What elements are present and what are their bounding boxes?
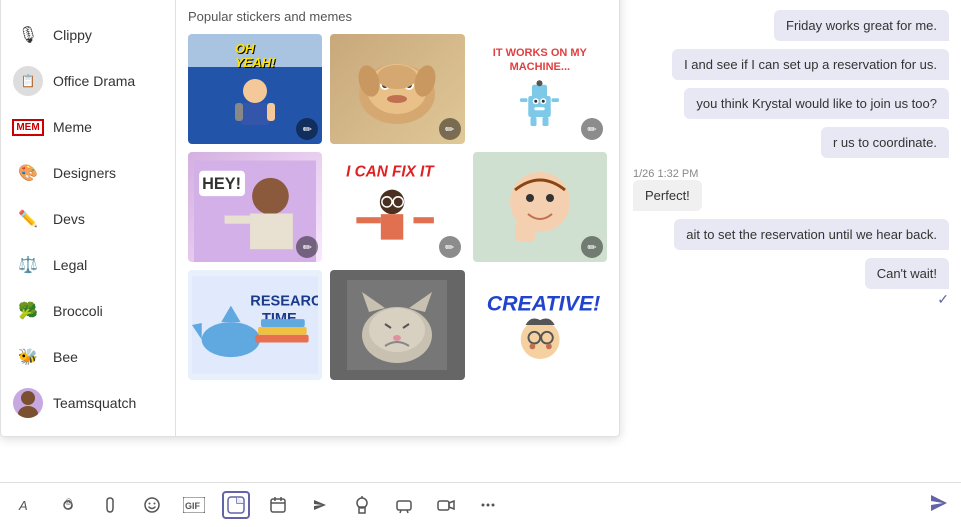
- sidebar-item-clippy[interactable]: 🎙 Clippy: [1, 12, 175, 58]
- chat-bubble-4: r us to coordinate.: [821, 127, 949, 158]
- chat-msg-5: 1/26 1:32 PM Perfect!: [633, 166, 949, 211]
- check-icon: ✓: [937, 291, 949, 308]
- svg-text:I CAN FIX IT: I CAN FIX IT: [346, 163, 435, 180]
- svg-text:A: A: [18, 498, 28, 513]
- more-icon[interactable]: [474, 491, 502, 519]
- chat-msg-7: Can't wait! ✓: [633, 258, 949, 308]
- sidebar-item-bee[interactable]: 🐝 Bee: [1, 334, 175, 380]
- emoji-icon[interactable]: [138, 491, 166, 519]
- clippy-icon: 🎙: [13, 20, 43, 50]
- main-area: ⭐ Popular 🎙 Clippy 📋 Office Drama MEM Me…: [0, 0, 961, 482]
- chat-bubble-5: Perfect!: [633, 180, 702, 211]
- chat-bubble-1: Friday works great for me.: [774, 10, 949, 41]
- mention-icon[interactable]: @: [54, 491, 82, 519]
- send-arrow-icon[interactable]: [306, 491, 334, 519]
- robot-icon: [517, 76, 562, 131]
- toolbar: A @ GIF: [0, 482, 961, 527]
- sticker-doge[interactable]: ✏: [330, 34, 464, 144]
- gif-icon[interactable]: GIF: [180, 491, 208, 519]
- chat-timestamp-5: 1/26 1:32 PM: [633, 168, 949, 180]
- sidebar-item-popular[interactable]: ⭐ Popular: [1, 0, 175, 12]
- bee-icon: 🐝: [13, 342, 43, 372]
- sticker-creative[interactable]: CREATIVE!: [473, 270, 607, 380]
- sticker-i-can-fix[interactable]: I CAN FIX IT: [330, 152, 464, 262]
- sticker-sidebar: ⭐ Popular 🎙 Clippy 📋 Office Drama MEM Me…: [1, 0, 176, 436]
- sidebar-item-designers[interactable]: 🎨 Designers: [1, 150, 175, 196]
- video-icon[interactable]: [432, 491, 460, 519]
- sidebar-item-devs[interactable]: ✏️ Devs: [1, 196, 175, 242]
- sticker-grid-area: Popular stickers and memes OHYEAH!: [176, 0, 619, 436]
- teamsquatch-icon: [13, 388, 43, 418]
- sidebar-item-meme[interactable]: MEM Meme: [1, 104, 175, 150]
- sidebar-item-legal[interactable]: ⚖️ Legal: [1, 242, 175, 288]
- chat-msg-2: I and see if I can set up a reservation …: [633, 49, 949, 80]
- sticker-oh-yeah[interactable]: OHYEAH!: [188, 34, 322, 144]
- chat-bubble-7: Can't wait!: [865, 258, 949, 289]
- oh-yeah-text: OHYEAH!: [235, 42, 275, 71]
- broccoli-icon: 🥦: [13, 296, 43, 326]
- sidebar-item-office-drama[interactable]: 📋 Office Drama: [1, 58, 175, 104]
- chat-msg-4: r us to coordinate.: [633, 127, 949, 158]
- chat-bubble-2: I and see if I can set up a reservation …: [672, 49, 949, 80]
- sticker-icon[interactable]: [222, 491, 250, 519]
- sticker-it-works[interactable]: IT WORKS ON MY MACHINE...: [473, 34, 607, 144]
- star-icon: ⭐: [13, 0, 43, 4]
- sticker-grid: OHYEAH!: [188, 34, 607, 380]
- svg-text:HEY!: HEY!: [202, 175, 241, 193]
- chat-bubble-6: ait to set the reservation until we hear…: [674, 219, 949, 250]
- chat-area: Friday works great for me. I and see if …: [621, 0, 961, 437]
- sidebar-item-office-drama-label: Office Drama: [53, 73, 135, 89]
- sidebar-item-devs-label: Devs: [53, 211, 85, 227]
- sticker-hey[interactable]: HEY! ✏: [188, 152, 322, 262]
- sticker-grumpy[interactable]: [330, 270, 464, 380]
- sidebar-item-bee-label: Bee: [53, 349, 78, 365]
- doge-edit-btn[interactable]: ✏: [439, 118, 461, 140]
- sticker-baby[interactable]: ✏: [473, 152, 607, 262]
- sidebar-item-broccoli[interactable]: 🥦 Broccoli: [1, 288, 175, 334]
- send-button[interactable]: [929, 493, 949, 518]
- sidebar-item-teamsquatch-label: Teamsquatch: [53, 395, 136, 411]
- sticker-main: 🔍 Popular stickers and memes OHYEAH!: [176, 0, 619, 436]
- i-can-fix-edit-btn[interactable]: ✏: [439, 236, 461, 258]
- svg-text:RESEARCH: RESEARCH: [250, 294, 318, 310]
- it-works-text: IT WORKS ON MY MACHINE...: [481, 47, 599, 73]
- chat-bubble-3: you think Krystal would like to join us …: [684, 88, 949, 119]
- sidebar-item-clippy-label: Clippy: [53, 27, 92, 43]
- sidebar-item-meme-label: Meme: [53, 119, 92, 135]
- sticker-panel: ⭐ Popular 🎙 Clippy 📋 Office Drama MEM Me…: [0, 0, 620, 437]
- office-drama-icon: 📋: [13, 66, 43, 96]
- sticker-research[interactable]: RESEARCH TIME: [188, 270, 322, 380]
- legal-icon: ⚖️: [13, 250, 43, 280]
- devs-icon: ✏️: [13, 204, 43, 234]
- sidebar-item-teamsquatch[interactable]: Teamsquatch: [1, 380, 175, 426]
- chat-msg-1: Friday works great for me.: [633, 10, 949, 41]
- praise-icon[interactable]: [348, 491, 376, 519]
- sidebar-item-designers-label: Designers: [53, 165, 116, 181]
- sidebar-item-legal-label: Legal: [53, 257, 87, 273]
- baby-edit-btn[interactable]: ✏: [581, 236, 603, 258]
- section-label: Popular stickers and memes: [188, 9, 607, 24]
- sidebar-item-broccoli-label: Broccoli: [53, 303, 103, 319]
- schedule-icon[interactable]: [264, 491, 292, 519]
- svg-text:GIF: GIF: [185, 501, 201, 511]
- meme-icon: MEM: [13, 112, 43, 142]
- chat-msg-6: ait to set the reservation until we hear…: [633, 219, 949, 250]
- designers-icon: 🎨: [13, 158, 43, 188]
- attach-icon[interactable]: [96, 491, 124, 519]
- svg-text:@: @: [65, 499, 72, 506]
- stream-icon[interactable]: [390, 491, 418, 519]
- format-icon[interactable]: A: [12, 491, 40, 519]
- chat-msg-3: you think Krystal would like to join us …: [633, 88, 949, 119]
- svg-text:CREATIVE!: CREATIVE!: [486, 291, 600, 315]
- it-works-edit-btn[interactable]: ✏: [581, 118, 603, 140]
